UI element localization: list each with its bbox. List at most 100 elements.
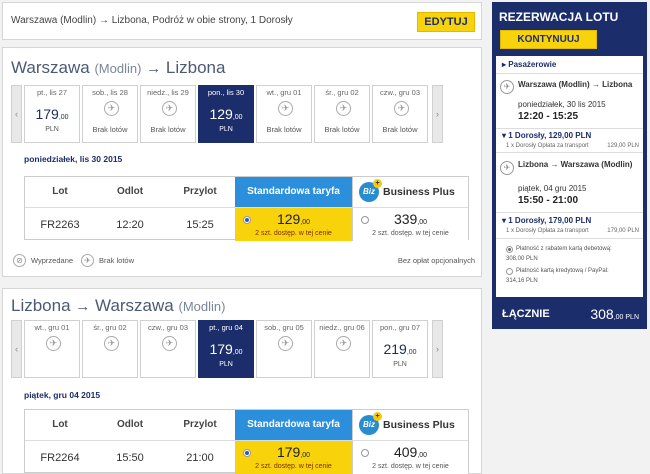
return-price-toggle[interactable]: ▾ 1 Dorosły, 179,00 PLN <box>502 216 591 225</box>
debit-card-radio[interactable] <box>506 246 513 253</box>
date-currency: PLN <box>219 126 233 133</box>
no-flights-label: Brak lotów <box>92 125 128 134</box>
no-flights-label: Brak lotów <box>150 125 186 134</box>
outbound-fare-table: Lot Odlot Przylot Standardowa taryfa Biz… <box>24 176 469 241</box>
return-flight-panel: Lizbona → Warszawa (Modlin) ‹ wt., gru 0… <box>2 288 482 474</box>
continue-button[interactable]: KONTYNUUJ <box>500 30 597 49</box>
date-next-arrow-icon[interactable]: › <box>432 320 443 378</box>
outbound-summary-route: Warszawa (Modlin) → Lizbona <box>518 80 633 89</box>
outbound-summary-date: poniedziałek, 30 lis 2015 <box>518 100 606 109</box>
business-plus-fare-option[interactable]: 339,00 2 szt. dostęp. w tej cenie <box>352 207 468 241</box>
no-flight-plane-icon: ✈ <box>394 101 409 116</box>
outbound-flight-panel: Warszawa (Modlin) → Lizbona ‹ pt., lis 2… <box>2 47 482 277</box>
return-fee-label: 1 x Dorosły Opłata za transport <box>506 228 589 234</box>
business-plus-label: Business Plus <box>383 419 455 431</box>
arrival-time: 21:00 <box>165 440 235 474</box>
departure-time: 15:50 <box>95 440 165 474</box>
return-date-strip: ‹ wt., gru 01 ✈ śr., gru 02 ✈ czw., gru … <box>11 320 475 378</box>
date-currency: PLN <box>45 126 59 133</box>
plus-icon: + <box>373 412 382 421</box>
date-prev-arrow-icon[interactable]: ‹ <box>11 320 22 378</box>
date-label: wt., gru 01 <box>34 323 70 332</box>
date-cell[interactable]: śr., gru 02 ✈ Brak lotów <box>314 85 370 143</box>
date-label: niedz., gru 06 <box>319 323 365 332</box>
plus-icon: + <box>373 179 382 188</box>
date-cell[interactable]: niedz., gru 06 ✈ <box>314 320 370 378</box>
date-cell[interactable]: czw., gru 03 ✈ <box>140 320 196 378</box>
search-summary-bar: Warszawa (Modlin) → Lizbona, Podróż w ob… <box>2 2 482 40</box>
outbound-price-toggle[interactable]: ▾ 1 Dorosły, 129,00 PLN <box>502 131 591 140</box>
date-prev-arrow-icon[interactable]: ‹ <box>11 85 22 143</box>
date-next-arrow-icon[interactable]: › <box>432 85 443 143</box>
outbound-destination: Lizbona <box>165 58 226 77</box>
outbound-day-heading: poniedziałek, lis 30 2015 <box>24 154 123 164</box>
fare-availability-note: 2 szt. dostęp. w tej cenie <box>255 463 332 470</box>
return-destination: Warszawa <box>95 296 174 315</box>
date-label: pt., lis 27 <box>36 88 67 97</box>
col-header-flight: Lot <box>25 177 95 207</box>
col-header-arrival: Przylot <box>165 410 235 440</box>
fare-availability-note: 2 szt. dostęp. w tej cenie <box>372 463 449 470</box>
fare-availability-note: 2 szt. dostęp. w tej cenie <box>255 230 332 237</box>
outbound-route-title: Warszawa (Modlin) → Lizbona <box>11 58 225 78</box>
edit-button[interactable]: EDYTUJ <box>417 12 475 32</box>
date-cell[interactable]: pt., lis 27 179,00 PLN <box>24 85 80 143</box>
arrow-icon: → <box>75 298 91 315</box>
date-label: pon., lis 30 <box>207 88 245 97</box>
date-cell-selected[interactable]: pon., lis 30 129,00 PLN <box>198 85 254 143</box>
return-fare-table: Lot Odlot Przylot Standardowa taryfa Biz… <box>24 409 469 474</box>
debit-payment-label: Płatność z rabatem kartą debetową: <box>516 246 612 252</box>
date-label: czw., gru 03 <box>379 88 421 97</box>
date-label: niedz., lis 29 <box>147 88 189 97</box>
date-label: sob., lis 28 <box>92 88 128 97</box>
business-plus-fare-option[interactable]: 409,00 2 szt. dostęp. w tej cenie <box>352 440 468 474</box>
search-summary-text: Warszawa (Modlin) → Lizbona, Podróż w ob… <box>11 15 293 26</box>
date-label: czw., gru 03 <box>147 323 189 332</box>
date-label: śr., gru 02 <box>93 323 127 332</box>
date-label: pt., gru 04 <box>209 323 243 332</box>
return-summary-route: Lizbona → Warszawa (Modlin) <box>518 160 633 169</box>
date-cell[interactable]: śr., gru 02 ✈ <box>82 320 138 378</box>
standard-fare-option[interactable]: 179,00 2 szt. dostęp. w tej cenie <box>235 440 352 474</box>
flight-number: FR2264 <box>25 440 95 474</box>
date-currency: PLN <box>219 361 233 368</box>
return-summary-time: 15:50 - 21:00 <box>518 195 579 206</box>
date-price: 179,00 <box>209 341 243 357</box>
return-destination-sub: (Modlin) <box>178 299 226 314</box>
date-cell[interactable]: niedz., lis 29 ✈ Brak lotów <box>140 85 196 143</box>
date-cell[interactable]: wt., gru 01 ✈ <box>24 320 80 378</box>
date-price: 219,00 <box>383 341 417 357</box>
plane-icon: ✈ <box>500 80 514 94</box>
arrow-icon: → <box>146 60 162 77</box>
date-cell[interactable]: sob., gru 05 ✈ <box>256 320 312 378</box>
date-price: 179,00 <box>35 106 69 122</box>
sidebar-title: REZERWACJA LOTU <box>499 10 619 24</box>
passengers-section: ▸ Pasażerowie <box>496 56 643 74</box>
date-cell[interactable]: czw., gru 03 ✈ Brak lotów <box>372 85 428 143</box>
date-cell-selected[interactable]: pt., gru 04 179,00 PLN <box>198 320 254 378</box>
date-label: sob., gru 05 <box>264 323 304 332</box>
passengers-link[interactable]: ▸ Pasażerowie <box>502 60 556 69</box>
return-summary-date: piątek, 04 gru 2015 <box>518 184 587 193</box>
sold-out-icon: ⊘ <box>13 254 26 267</box>
no-flight-plane-icon: ✈ <box>162 101 177 116</box>
date-cell[interactable]: wt., gru 01 ✈ Brak lotów <box>256 85 312 143</box>
outbound-origin-sub: (Modlin) <box>94 61 142 76</box>
no-flights-label: Brak lotów <box>266 125 302 134</box>
col-header-departure: Odlot <box>95 177 165 207</box>
booking-sidebar: REZERWACJA LOTU KONTYNUUJ ▸ Pasażerowie … <box>492 2 647 329</box>
date-cell[interactable]: pon., gru 07 219,00 PLN <box>372 320 428 378</box>
col-header-arrival: Przylot <box>165 177 235 207</box>
payment-options: Płatność z rabatem kartą debetową: 308,0… <box>496 239 643 297</box>
fare-availability-note: 2 szt. dostęp. w tej cenie <box>372 230 449 237</box>
no-flight-plane-icon: ✈ <box>336 101 351 116</box>
standard-fare-option[interactable]: 129,00 2 szt. dostęp. w tej cenie <box>235 207 352 241</box>
return-summary: ✈ Lizbona → Warszawa (Modlin) piątek, 04… <box>496 153 643 213</box>
credit-card-radio[interactable] <box>506 268 513 275</box>
no-flight-plane-icon: ✈ <box>336 336 351 351</box>
no-flight-plane-icon: ✈ <box>104 101 119 116</box>
date-cell[interactable]: sob., lis 28 ✈ Brak lotów <box>82 85 138 143</box>
return-route-title: Lizbona → Warszawa (Modlin) <box>11 296 225 316</box>
legend-no-flights: Brak lotów <box>99 256 135 265</box>
date-label: pon., gru 07 <box>379 323 421 332</box>
